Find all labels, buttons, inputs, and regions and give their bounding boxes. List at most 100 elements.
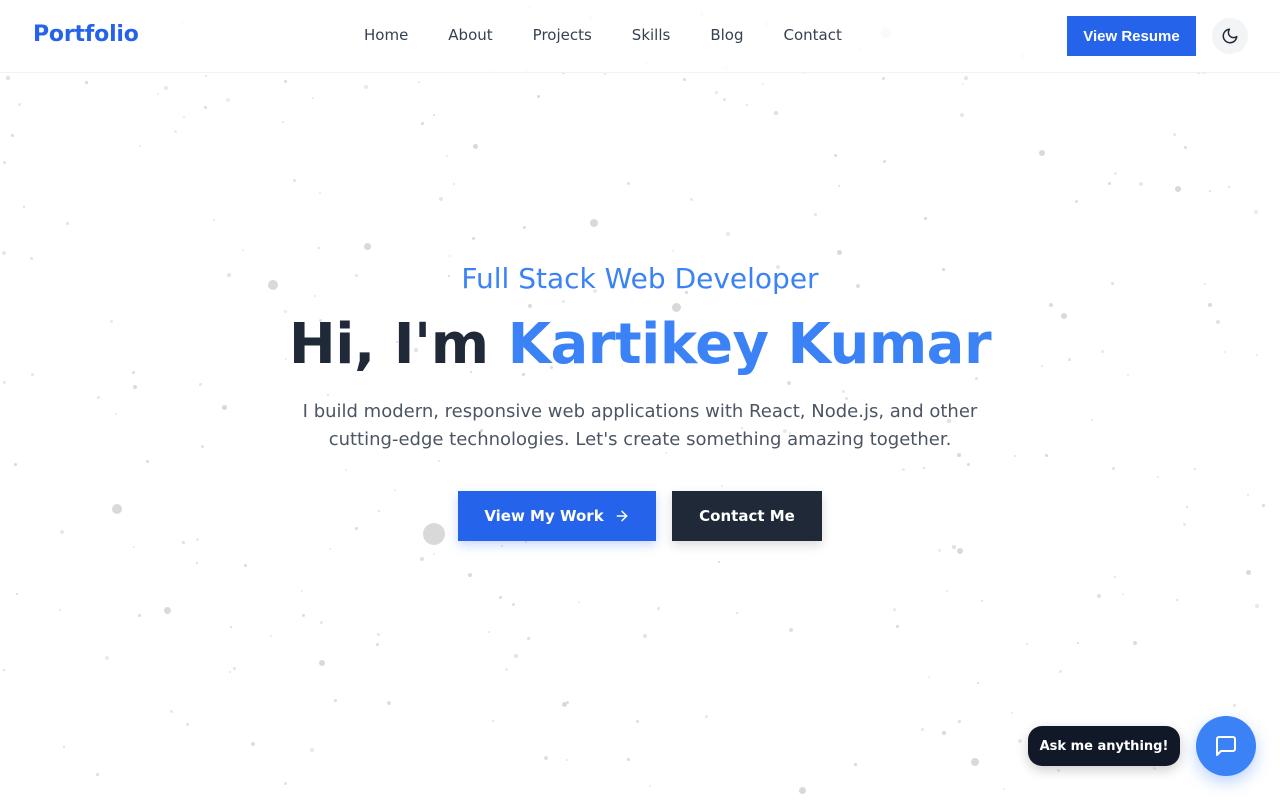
particle-dot xyxy=(387,701,391,705)
particle-dot xyxy=(1003,788,1005,790)
particle-dot xyxy=(842,390,845,393)
particle-dot xyxy=(1077,642,1079,644)
particle-dot xyxy=(544,756,548,760)
hero-subtitle: Full Stack Web Developer xyxy=(461,262,819,295)
particle-dot xyxy=(85,81,88,84)
portfolio-page: Portfolio Home About Projects Skills Blo… xyxy=(0,0,1280,800)
hero-name: Kartikey Kumar xyxy=(507,312,992,377)
particle-dot xyxy=(284,80,287,83)
particle-dot xyxy=(3,381,7,385)
particle-dot xyxy=(418,81,420,83)
particle-dot xyxy=(718,561,720,563)
particle-dot xyxy=(902,468,905,471)
particle-dot xyxy=(636,720,640,724)
particle-dot xyxy=(1011,712,1013,714)
particle-dot xyxy=(244,564,247,567)
logo[interactable]: Portfolio xyxy=(33,22,139,47)
particle-dot xyxy=(183,116,185,118)
view-my-work-button[interactable]: View My Work xyxy=(458,491,656,541)
particle-dot xyxy=(501,545,504,548)
particle-dot xyxy=(133,385,137,389)
nav-home[interactable]: Home xyxy=(364,26,408,44)
nav-contact[interactable]: Contact xyxy=(784,26,842,44)
particle-dot xyxy=(164,86,168,90)
particle-dot xyxy=(18,103,22,107)
particle-dot xyxy=(590,219,598,227)
particle-dot xyxy=(834,154,838,158)
particle-dot xyxy=(438,460,440,462)
particle-dot xyxy=(499,596,503,600)
particle-dot xyxy=(960,113,964,117)
particle-dot xyxy=(705,715,708,718)
particle-dot xyxy=(59,609,62,612)
particle-dot xyxy=(139,145,141,147)
particle-dot xyxy=(1176,599,1179,602)
particle-dot xyxy=(205,75,207,77)
theme-toggle-button[interactable] xyxy=(1212,18,1248,54)
particle-dot xyxy=(746,104,749,107)
main-nav: Home About Projects Skills Blog Contact xyxy=(364,26,882,44)
particle-dot xyxy=(1233,704,1236,707)
nav-about[interactable]: About xyxy=(448,26,492,44)
particle-dot xyxy=(229,671,232,674)
particle-dot xyxy=(1091,419,1093,421)
particle-dot xyxy=(690,198,693,201)
particle-dot xyxy=(958,720,961,723)
particle-dot xyxy=(270,635,272,637)
particle-dot xyxy=(1018,739,1022,743)
particle-dot xyxy=(11,134,14,137)
particle-dot xyxy=(3,161,7,165)
particle-dot xyxy=(488,631,490,633)
particle-dot xyxy=(627,758,631,762)
particle-dot xyxy=(421,122,424,125)
nav-skills[interactable]: Skills xyxy=(632,26,671,44)
particle-dot xyxy=(505,668,509,672)
particle-dot xyxy=(66,222,69,225)
contact-me-button[interactable]: Contact Me xyxy=(672,491,822,541)
chat-prompt[interactable]: Ask me anything! xyxy=(1028,726,1180,766)
particle-dot xyxy=(1039,150,1045,156)
view-resume-button[interactable]: View Resume xyxy=(1067,16,1196,56)
particle-dot xyxy=(1153,767,1156,770)
particle-dot xyxy=(798,786,806,794)
particle-dot xyxy=(726,232,730,236)
particle-dot xyxy=(1114,576,1117,579)
particle-dot xyxy=(923,467,925,469)
particle-dot xyxy=(345,469,348,472)
chat-button[interactable] xyxy=(1196,716,1256,776)
particle-dot xyxy=(60,530,64,534)
particle-dot xyxy=(376,643,379,646)
particle-dot xyxy=(528,304,532,308)
particle-dot xyxy=(423,523,445,545)
particle-dot xyxy=(174,130,178,134)
particle-dot xyxy=(377,633,381,637)
particle-dot xyxy=(394,489,396,491)
particle-dot xyxy=(789,628,793,632)
particle-dot xyxy=(105,656,109,660)
particle-dot xyxy=(196,562,198,564)
chat-icon xyxy=(1216,736,1236,756)
particle-dot xyxy=(364,85,368,89)
particle-dot xyxy=(952,545,956,549)
nav-projects[interactable]: Projects xyxy=(533,26,592,44)
particle-dot xyxy=(439,197,443,201)
particle-dot xyxy=(962,83,965,86)
nav-blog[interactable]: Blog xyxy=(710,26,743,44)
particle-dot xyxy=(319,192,322,195)
particle-dot xyxy=(6,76,10,80)
particle-dot xyxy=(251,742,255,746)
particle-dot xyxy=(1157,476,1160,479)
particle-dot xyxy=(334,699,337,702)
particle-dot xyxy=(981,600,983,602)
particle-dot xyxy=(523,226,526,229)
particle-dot xyxy=(293,179,296,182)
particle-dot xyxy=(1254,210,1258,214)
particle-dot xyxy=(163,606,171,614)
particle-dot xyxy=(643,634,647,638)
particle-dot xyxy=(1186,506,1189,509)
particle-dot xyxy=(649,785,652,788)
particle-dot xyxy=(1133,641,1137,645)
particle-dot xyxy=(301,590,304,593)
particle-dot xyxy=(97,396,101,400)
particle-dot xyxy=(302,614,306,618)
